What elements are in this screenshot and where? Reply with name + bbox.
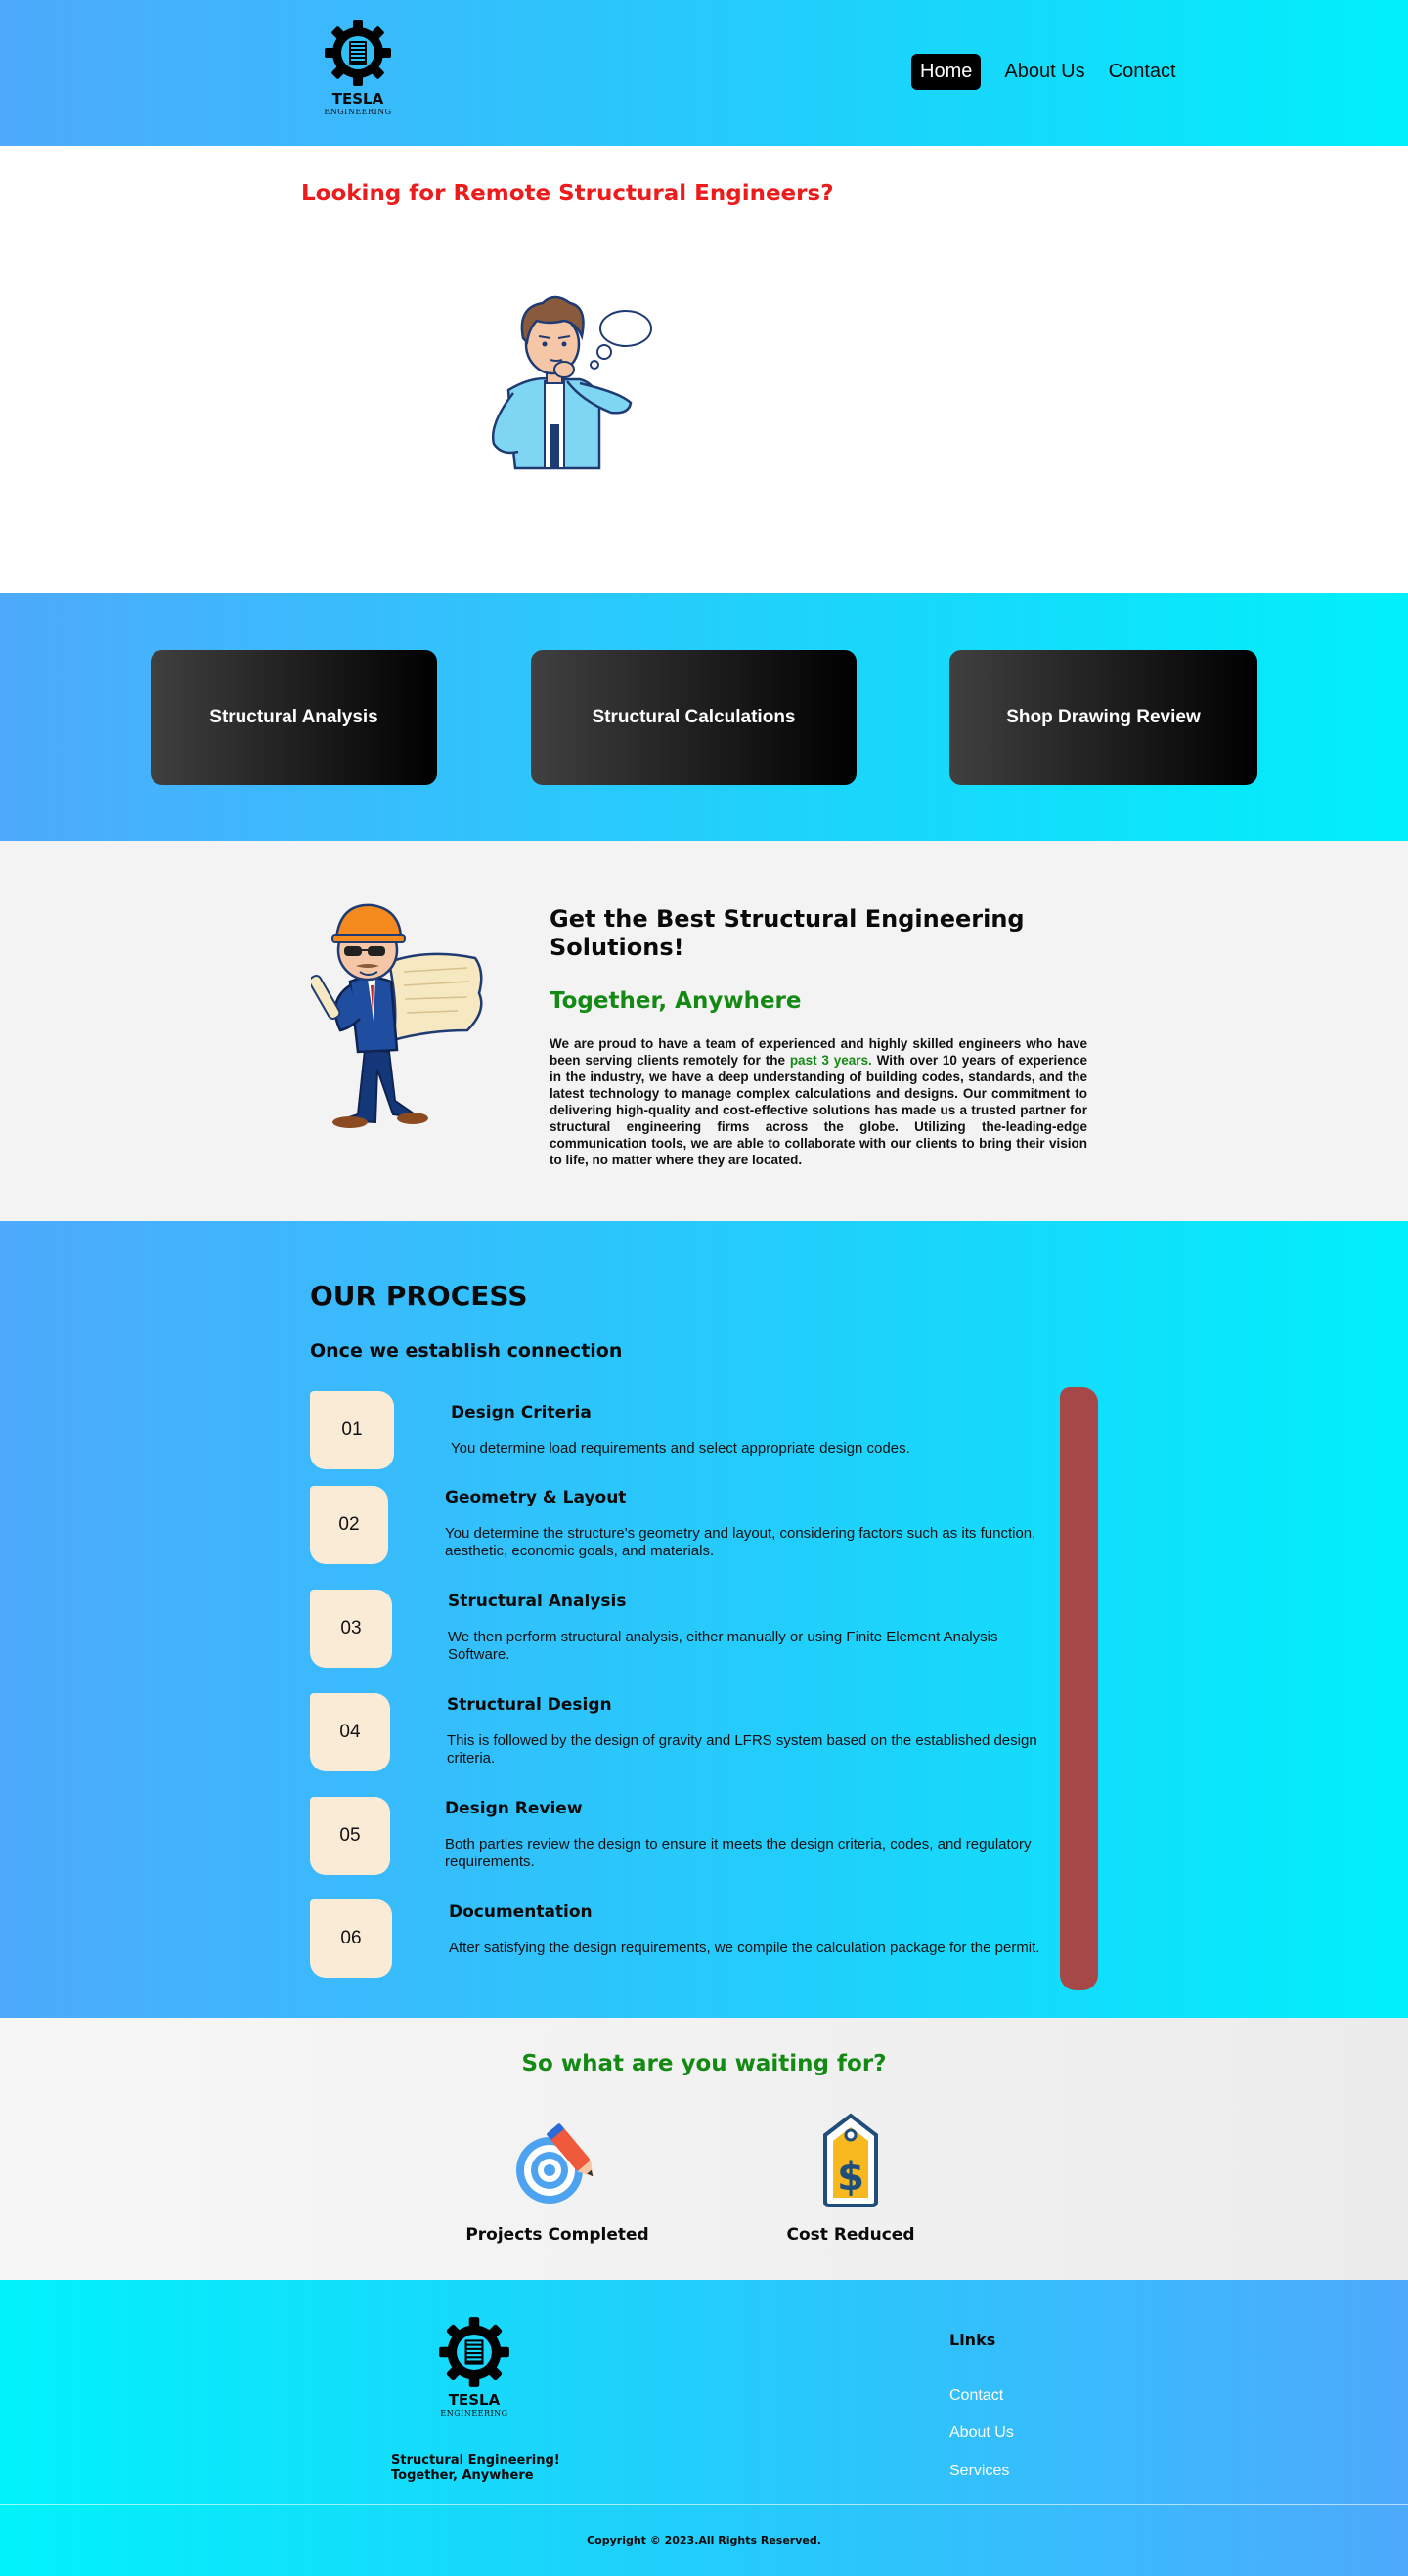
footer-link-services[interactable]: Services bbox=[949, 2463, 1009, 2480]
process-subtitle: Once we establish connection bbox=[310, 1340, 623, 1362]
step-title: Design Review bbox=[445, 1799, 583, 1818]
logo-subtitle: ENGINEERING bbox=[440, 2409, 508, 2418]
footer-link-contact[interactable]: Contact bbox=[949, 2387, 1003, 2405]
step-title: Design Criteria bbox=[451, 1403, 592, 1422]
target-with-pencil-icon bbox=[516, 2123, 594, 2204]
step-title: Structural Design bbox=[447, 1695, 612, 1715]
step-title: Structural Analysis bbox=[448, 1592, 627, 1611]
step-description: You determine load requirements and sele… bbox=[451, 1440, 910, 1457]
about-section: Get the Best Structural Engineering Solu… bbox=[0, 841, 1408, 1221]
hero-section: Looking for Remote Structural Engineers? bbox=[0, 146, 1408, 593]
svg-text:$: $ bbox=[837, 2155, 864, 2200]
hero-title: Looking for Remote Structural Engineers? bbox=[301, 181, 834, 206]
logo-subtitle: ENGINEERING bbox=[324, 108, 392, 116]
price-tag-dollar-icon: $ bbox=[823, 2113, 878, 2207]
footer-tagline-line-2: Together, Anywhere bbox=[391, 2468, 534, 2483]
gear-logo-icon bbox=[325, 20, 391, 86]
cta-section: So what are you waiting for? Projects Co… bbox=[0, 2018, 1408, 2280]
step-description: After satisfying the design requirements… bbox=[449, 1940, 1040, 1956]
site-header: TESLA ENGINEERING Home About Us Contact bbox=[0, 0, 1408, 146]
step-number: 05 bbox=[310, 1797, 390, 1875]
footer-divider bbox=[0, 2504, 1408, 2505]
step-description: Both parties review the design to ensure… bbox=[445, 1836, 1032, 1870]
header-logo[interactable]: TESLA ENGINEERING bbox=[321, 18, 395, 116]
step-description: You determine the structure's geometry a… bbox=[445, 1525, 1036, 1559]
step-number: 06 bbox=[310, 1899, 392, 1978]
step-description: This is followed by the design of gravit… bbox=[447, 1732, 1037, 1767]
footer-logo[interactable]: TESLA ENGINEERING bbox=[432, 2315, 516, 2418]
about-paragraph: We are proud to have a team of experienc… bbox=[550, 1035, 1087, 1168]
footer-link-about-us[interactable]: About Us bbox=[949, 2424, 1014, 2442]
step-title: Documentation bbox=[449, 1902, 593, 1922]
about-heading: Get the Best Structural Engineering Solu… bbox=[550, 905, 1025, 961]
about-paragraph-highlight: past 3 years. bbox=[789, 1053, 872, 1068]
step-title: Geometry & Layout bbox=[445, 1488, 627, 1507]
logo-brand: TESLA bbox=[331, 90, 384, 108]
cta-title: So what are you waiting for? bbox=[521, 2051, 887, 2076]
nav-contact[interactable]: Contact bbox=[1109, 61, 1176, 83]
footer-tagline-line-1: Structural Engineering! bbox=[391, 2453, 560, 2467]
process-title: OUR PROCESS bbox=[310, 1280, 528, 1312]
logo-brand: TESLA bbox=[448, 2391, 501, 2409]
service-structural-calculations[interactable]: Structural Calculations bbox=[531, 650, 857, 785]
footer-links-title: Links bbox=[949, 2331, 996, 2349]
about-paragraph-text-2: With over 10 years of experience in the … bbox=[550, 1053, 1087, 1167]
service-structural-analysis[interactable]: Structural Analysis bbox=[151, 650, 437, 785]
footer-tagline: Structural Engineering! Together, Anywhe… bbox=[391, 2453, 560, 2484]
service-shop-drawing-review[interactable]: Shop Drawing Review bbox=[949, 650, 1257, 785]
site-footer: TESLA ENGINEERING Structural Engineering… bbox=[0, 2280, 1408, 2576]
step-number: 04 bbox=[310, 1693, 390, 1771]
cost-reduced-label: Cost Reduced bbox=[786, 2225, 915, 2245]
step-number: 03 bbox=[310, 1590, 392, 1668]
projects-completed-label: Projects Completed bbox=[465, 2225, 649, 2245]
about-subheading: Together, Anywhere bbox=[550, 988, 802, 1014]
thinking-man-icon bbox=[491, 295, 652, 470]
engineer-with-blueprint-icon bbox=[311, 903, 483, 1128]
step-number: 01 bbox=[310, 1391, 394, 1469]
gear-logo-icon bbox=[439, 2317, 509, 2387]
process-accent-bar bbox=[1060, 1387, 1098, 1990]
step-number: 02 bbox=[310, 1486, 388, 1564]
main-nav: Home About Us Contact bbox=[911, 54, 1176, 90]
step-description: We then perform structural analysis, eit… bbox=[448, 1629, 998, 1663]
copyright-text: Copyright © 2023.All Rights Reserved. bbox=[587, 2534, 821, 2547]
services-section: Structural Analysis Structural Calculati… bbox=[0, 593, 1408, 841]
nav-home[interactable]: Home bbox=[911, 54, 982, 90]
process-section: OUR PROCESS Once we establish connection… bbox=[0, 1221, 1408, 2018]
nav-about-us[interactable]: About Us bbox=[1004, 61, 1084, 83]
